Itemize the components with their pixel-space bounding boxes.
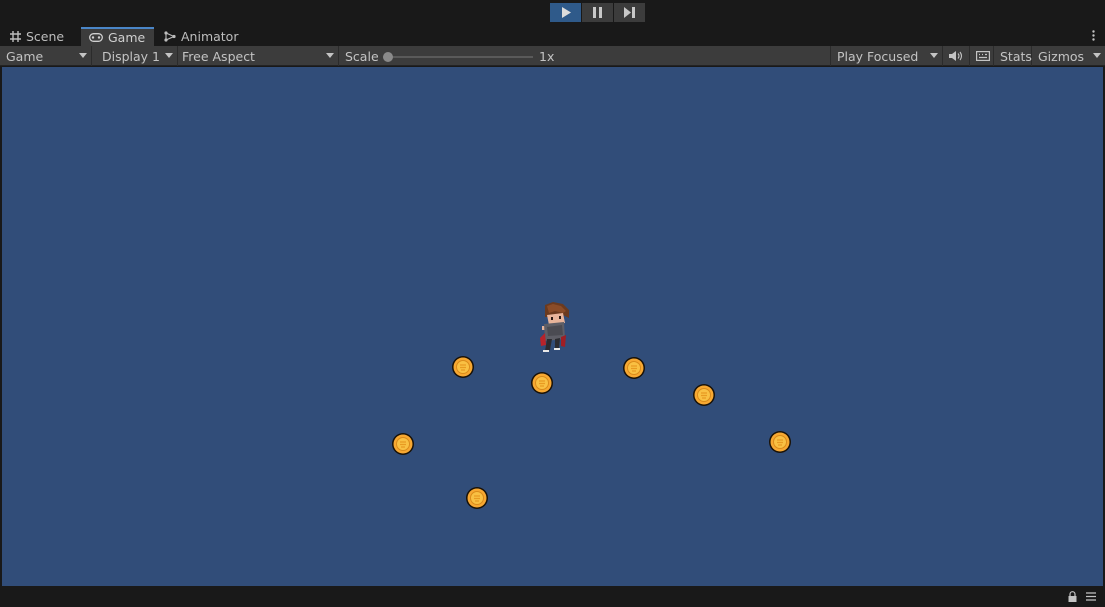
pause-button[interactable] bbox=[582, 3, 613, 22]
pause-icon bbox=[593, 7, 602, 18]
coin bbox=[392, 433, 414, 455]
aspect-dropdown[interactable]: Free Aspect bbox=[176, 46, 339, 66]
chevron-down-icon bbox=[930, 53, 938, 58]
gizmos-dropdown[interactable]: Gizmos bbox=[1032, 46, 1105, 66]
kebab-menu-icon bbox=[1092, 30, 1095, 41]
chevron-down-icon bbox=[326, 53, 334, 58]
game-viewport[interactable] bbox=[2, 67, 1103, 586]
chevron-down-icon bbox=[165, 53, 173, 58]
gamepad-icon bbox=[89, 33, 103, 42]
scale-slider-track[interactable] bbox=[383, 56, 533, 58]
view-mode-value: Game bbox=[6, 48, 44, 64]
view-mode-dropdown[interactable]: Game bbox=[0, 46, 92, 66]
play-controls bbox=[550, 3, 645, 22]
scale-label: Scale bbox=[345, 48, 379, 64]
tab-game-label: Game bbox=[108, 30, 146, 45]
tab-scene[interactable]: Scene bbox=[2, 27, 72, 46]
coin bbox=[623, 357, 645, 379]
gizmos-label: Gizmos bbox=[1038, 48, 1085, 64]
stats-label: Stats bbox=[1000, 48, 1032, 64]
step-button[interactable] bbox=[614, 3, 645, 22]
aspect-value: Free Aspect bbox=[182, 48, 255, 64]
game-view-toolbar: Game Display 1 Free Aspect Scale 1x Play… bbox=[0, 46, 1105, 66]
tab-scene-label: Scene bbox=[26, 29, 65, 44]
player-character bbox=[540, 302, 569, 352]
coin bbox=[531, 372, 553, 394]
lock-icon[interactable] bbox=[1068, 591, 1077, 602]
chevron-down-icon bbox=[79, 53, 87, 58]
animator-icon bbox=[164, 31, 176, 42]
speaker-icon bbox=[949, 51, 963, 61]
chevron-down-icon bbox=[1093, 53, 1101, 58]
coin bbox=[769, 431, 791, 453]
play-mode-bar bbox=[0, 0, 1105, 27]
step-icon bbox=[624, 7, 635, 18]
menu-icon[interactable] bbox=[1086, 592, 1096, 601]
coin bbox=[466, 487, 488, 509]
display-value: Display 1 bbox=[102, 48, 161, 64]
window-options-button[interactable] bbox=[1092, 30, 1095, 44]
display-dropdown[interactable]: Display 1 bbox=[96, 46, 178, 66]
stats-button[interactable]: Stats bbox=[994, 46, 1032, 66]
window-tab-bar: Scene Game Animator bbox=[0, 27, 1105, 46]
keyboard-icon bbox=[976, 51, 990, 61]
scale-slider-thumb[interactable] bbox=[383, 52, 393, 62]
tab-animator[interactable]: Animator bbox=[156, 27, 246, 46]
coin bbox=[693, 384, 715, 406]
tab-animator-label: Animator bbox=[181, 29, 239, 44]
play-mode-value: Play Focused bbox=[837, 48, 919, 64]
mute-audio-button[interactable] bbox=[943, 46, 970, 66]
play-mode-dropdown[interactable]: Play Focused bbox=[831, 46, 943, 66]
tab-game[interactable]: Game bbox=[81, 27, 154, 46]
play-button[interactable] bbox=[550, 3, 581, 22]
coin bbox=[452, 356, 474, 378]
grid-icon bbox=[10, 31, 21, 42]
scale-value: 1x bbox=[539, 48, 555, 64]
status-bar bbox=[0, 586, 1105, 607]
shortcuts-button[interactable] bbox=[970, 46, 994, 66]
play-icon bbox=[561, 7, 571, 18]
